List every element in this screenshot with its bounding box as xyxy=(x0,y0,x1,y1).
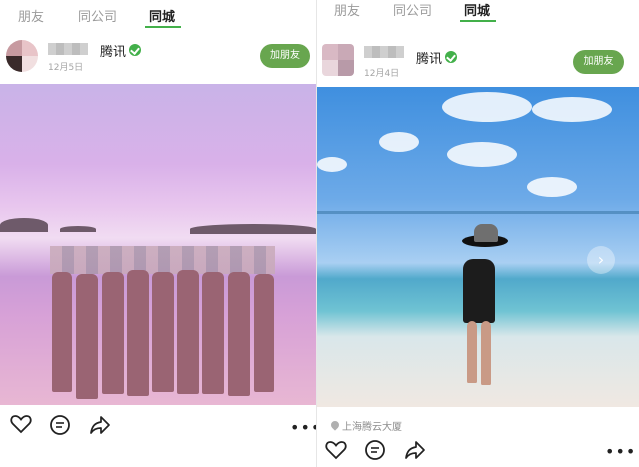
face-blurred xyxy=(474,224,498,242)
post-header: 腾讯 12月4日 加朋友 xyxy=(317,32,639,84)
tab-bar: 朋友 同公司 同城 xyxy=(317,0,639,28)
tab-active-indicator xyxy=(460,20,496,22)
comment-button[interactable] xyxy=(49,414,71,440)
tab-same-city[interactable]: 同城 xyxy=(149,6,175,25)
like-button[interactable] xyxy=(10,414,32,438)
share-button[interactable] xyxy=(404,439,426,465)
cloud xyxy=(379,132,419,152)
cloud xyxy=(317,157,347,172)
post-location[interactable]: 上海腾云大厦 xyxy=(342,418,402,433)
person xyxy=(463,259,495,323)
tab-bar: 朋友 同公司 同城 xyxy=(0,0,316,28)
right-feed-panel: 朋友 同公司 同城 腾讯 12月4日 加朋友 › 上海腾云大厦 ••• xyxy=(317,0,639,467)
next-photo-button[interactable]: › xyxy=(587,246,615,274)
like-button[interactable] xyxy=(325,440,347,464)
person-leg xyxy=(467,321,477,383)
person xyxy=(76,274,98,399)
company-name: 腾讯 xyxy=(100,45,127,60)
add-friend-button[interactable]: 加朋友 xyxy=(260,44,310,68)
tab-friends[interactable]: 朋友 xyxy=(18,6,44,25)
tab-same-company[interactable]: 同公司 xyxy=(393,0,432,19)
tab-same-city[interactable]: 同城 xyxy=(464,0,490,19)
horizon xyxy=(317,211,639,214)
faces-blurred xyxy=(50,246,275,274)
island xyxy=(0,218,48,232)
person xyxy=(177,270,199,394)
island xyxy=(190,224,316,234)
verified-icon xyxy=(129,44,141,56)
more-icon[interactable]: ••• xyxy=(290,418,316,437)
avatar[interactable] xyxy=(322,44,354,76)
post-date: 12月4日 xyxy=(364,69,400,79)
username-blurred[interactable] xyxy=(48,43,88,55)
heart-icon xyxy=(325,441,347,460)
post-header: 腾讯 12月5日 加朋友 xyxy=(0,32,316,84)
post-date: 12月5日 xyxy=(48,63,84,73)
verified-icon xyxy=(445,51,457,63)
tab-same-company[interactable]: 同公司 xyxy=(78,6,117,25)
comment-icon xyxy=(365,440,385,460)
share-icon xyxy=(90,416,110,434)
tab-friends[interactable]: 朋友 xyxy=(334,0,360,19)
heart-icon xyxy=(10,415,32,434)
share-icon xyxy=(405,441,425,459)
more-icon[interactable]: ••• xyxy=(605,442,636,461)
person-leg xyxy=(481,321,491,385)
username-blurred[interactable] xyxy=(364,46,404,58)
person xyxy=(102,272,124,394)
left-feed-panel: 朋友 同公司 同城 腾讯 12月5日 加朋友 •• xyxy=(0,0,316,467)
person xyxy=(52,272,72,392)
share-button[interactable] xyxy=(89,414,111,440)
person xyxy=(254,274,274,392)
cloud xyxy=(447,142,517,167)
person xyxy=(228,272,250,396)
person xyxy=(127,270,149,396)
avatar[interactable] xyxy=(6,40,38,72)
tab-active-indicator xyxy=(145,26,181,28)
cloud xyxy=(442,92,532,122)
add-friend-button[interactable]: 加朋友 xyxy=(573,50,624,74)
person xyxy=(152,272,174,392)
comment-icon xyxy=(50,415,70,435)
company-name: 腾讯 xyxy=(416,52,443,67)
comment-button[interactable] xyxy=(364,439,386,465)
location-pin-icon xyxy=(329,419,341,431)
post-photo[interactable] xyxy=(0,84,316,405)
island xyxy=(60,226,96,232)
post-photo[interactable]: › xyxy=(317,87,639,407)
cloud xyxy=(527,177,577,197)
person xyxy=(202,272,224,394)
cloud xyxy=(532,97,612,122)
